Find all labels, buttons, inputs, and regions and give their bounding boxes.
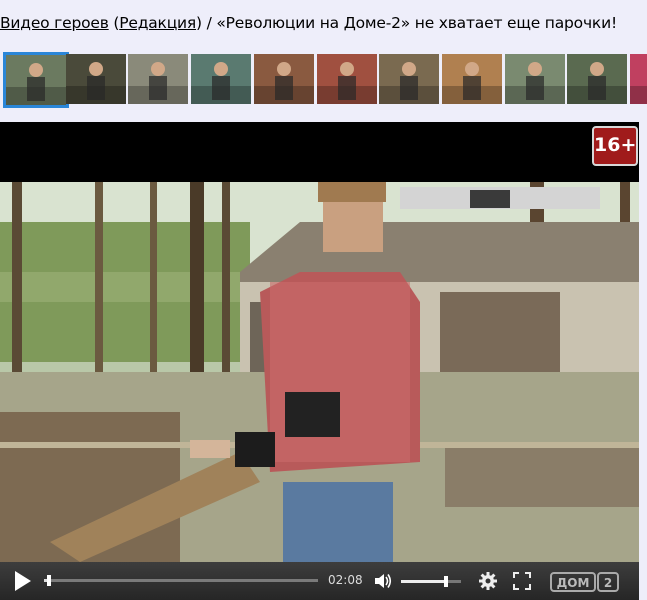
play-icon[interactable] bbox=[15, 571, 31, 591]
volume-slider[interactable] bbox=[401, 580, 461, 583]
video-thumbnail[interactable] bbox=[316, 54, 377, 104]
page-title: Видео героев (Редакция) / «Революции на … bbox=[0, 0, 647, 46]
volume-icon[interactable] bbox=[373, 571, 393, 591]
player-controls: 02:08 ДОМ 2 bbox=[0, 562, 639, 600]
video-thumbnail[interactable] bbox=[191, 54, 252, 104]
fullscreen-icon[interactable] bbox=[513, 572, 531, 590]
video-thumbnail[interactable] bbox=[253, 54, 314, 104]
video-thumbnail[interactable] bbox=[65, 54, 126, 104]
video-thumbnail[interactable] bbox=[630, 54, 647, 104]
gear-icon[interactable] bbox=[478, 571, 498, 591]
title-paren-open: ( bbox=[108, 14, 120, 32]
video-thumbnail[interactable] bbox=[3, 52, 69, 108]
dom2-logo: ДОМ 2 bbox=[550, 572, 620, 592]
video-thumbnail-strip bbox=[0, 52, 647, 110]
svg-text:2: 2 bbox=[604, 576, 612, 590]
video-thumbnail[interactable] bbox=[441, 54, 502, 104]
time-display: 02:08 bbox=[328, 573, 363, 587]
volume-handle[interactable] bbox=[444, 576, 448, 587]
svg-text:ДОМ: ДОМ bbox=[557, 576, 590, 590]
video-player[interactable]: 16+ 02:08 ДОМ 2 bbox=[0, 122, 639, 600]
editorial-link[interactable]: Редакция bbox=[119, 14, 196, 32]
volume-fill bbox=[401, 580, 446, 583]
video-frame[interactable] bbox=[0, 182, 639, 562]
video-still-image bbox=[0, 182, 639, 562]
age-rating-badge: 16+ bbox=[592, 126, 638, 166]
progress-handle[interactable] bbox=[46, 575, 51, 586]
video-thumbnail[interactable] bbox=[379, 54, 440, 104]
video-thumbnail[interactable] bbox=[567, 54, 628, 104]
progress-bar[interactable] bbox=[44, 579, 318, 582]
title-text: ) / «Революции на Доме-2» не хватает еще… bbox=[196, 14, 617, 32]
video-thumbnail[interactable] bbox=[128, 54, 189, 104]
video-thumbnail[interactable] bbox=[504, 54, 565, 104]
heroes-video-link[interactable]: Видео героев bbox=[0, 14, 109, 32]
